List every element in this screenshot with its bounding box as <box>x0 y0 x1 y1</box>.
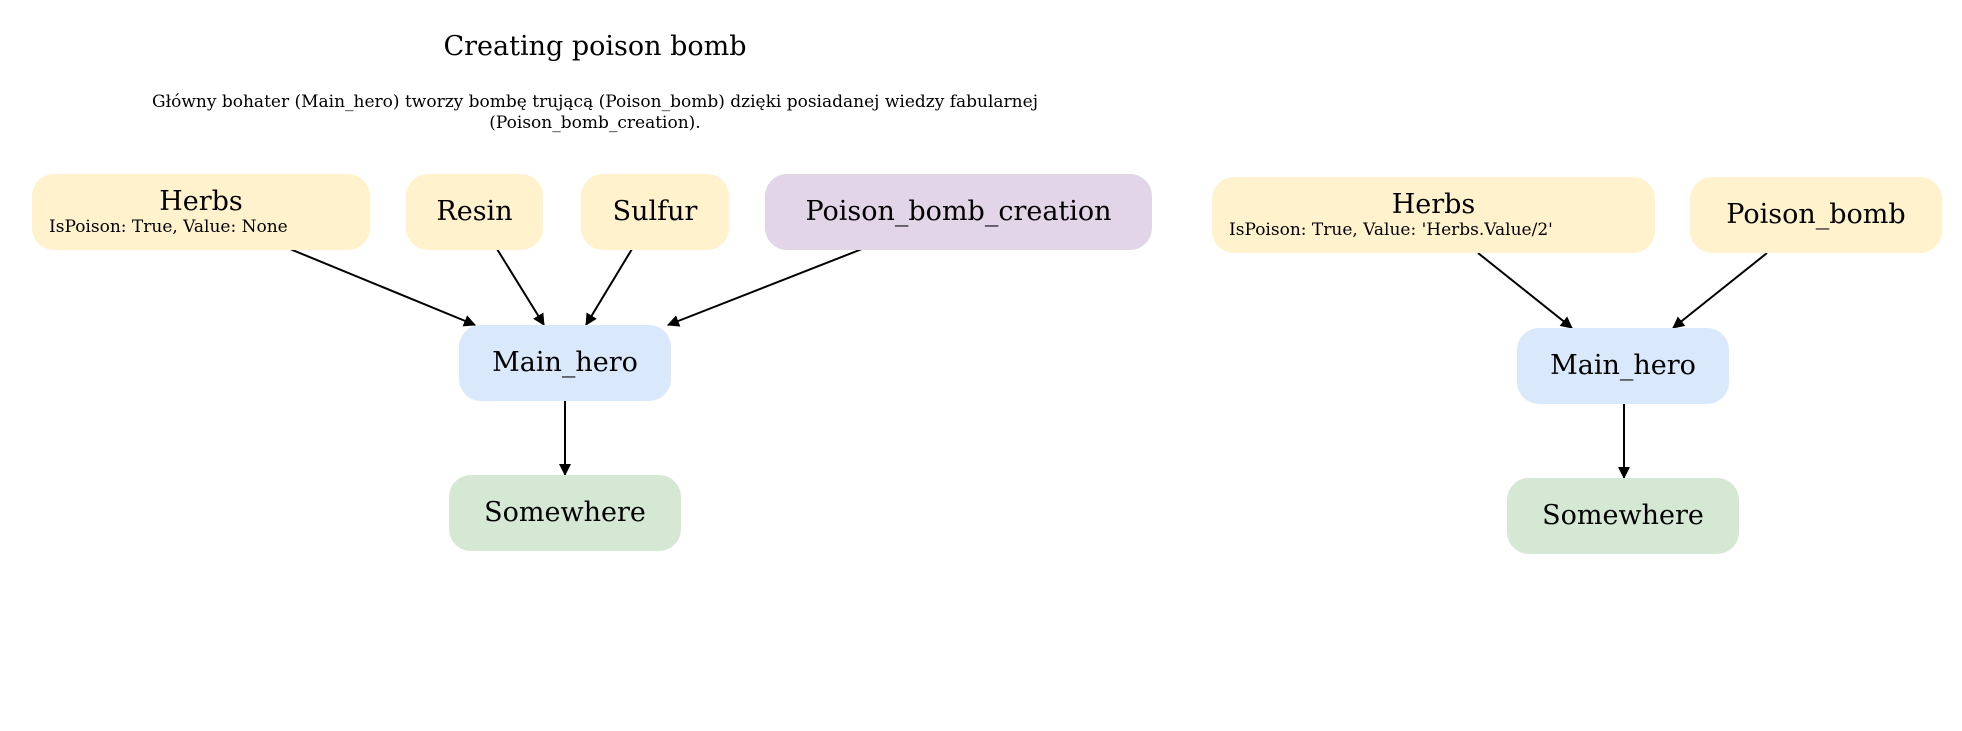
node-label: Poison_bomb_creation <box>805 196 1112 227</box>
edge-left-herbs-hero <box>289 248 476 327</box>
node-left-sulfur: Sulfur <box>581 174 729 250</box>
node-label: Somewhere <box>1542 500 1704 531</box>
node-label: Resin <box>436 196 513 227</box>
node-left-main-hero: Main_hero <box>459 325 671 401</box>
node-label: Somewhere <box>484 497 646 528</box>
node-left-somewhere: Somewhere <box>449 475 681 551</box>
subtitle-line-1: Główny bohater (Main_hero) tworzy bombę … <box>152 92 1038 112</box>
node-right-herbs: Herbs IsPoison: True, Value: 'Herbs.Valu… <box>1212 177 1655 253</box>
edge-left-sulfur-hero <box>585 248 633 326</box>
node-left-resin: Resin <box>406 174 543 250</box>
node-right-poison-bomb: Poison_bomb <box>1690 177 1942 253</box>
edge-left-resin-hero <box>496 248 545 326</box>
node-left-herbs: Herbs IsPoison: True, Value: None <box>32 174 370 250</box>
node-right-somewhere: Somewhere <box>1507 478 1739 554</box>
edge-right-herbs-hero <box>1477 252 1573 329</box>
node-attributes: IsPoison: True, Value: 'Herbs.Value/2' <box>1229 220 1553 240</box>
node-right-main-hero: Main_hero <box>1517 328 1729 404</box>
node-left-poison-bomb-creation: Poison_bomb_creation <box>765 174 1152 250</box>
node-label: Herbs <box>1391 189 1476 220</box>
node-label: Sulfur <box>612 196 698 227</box>
edge-left-creation-hero <box>667 248 863 327</box>
node-label: Poison_bomb <box>1726 199 1906 230</box>
node-label: Main_hero <box>492 347 638 378</box>
diagram-title: Creating poison bomb <box>443 31 747 62</box>
edge-right-bomb-hero <box>1672 252 1768 329</box>
diagram-subtitle: Główny bohater (Main_hero) tworzy bombę … <box>0 92 1190 134</box>
node-label: Main_hero <box>1550 350 1696 381</box>
node-attributes: IsPoison: True, Value: None <box>49 217 288 237</box>
node-label: Herbs <box>159 186 243 217</box>
subtitle-line-2: (Poison_bomb_creation). <box>489 113 701 133</box>
